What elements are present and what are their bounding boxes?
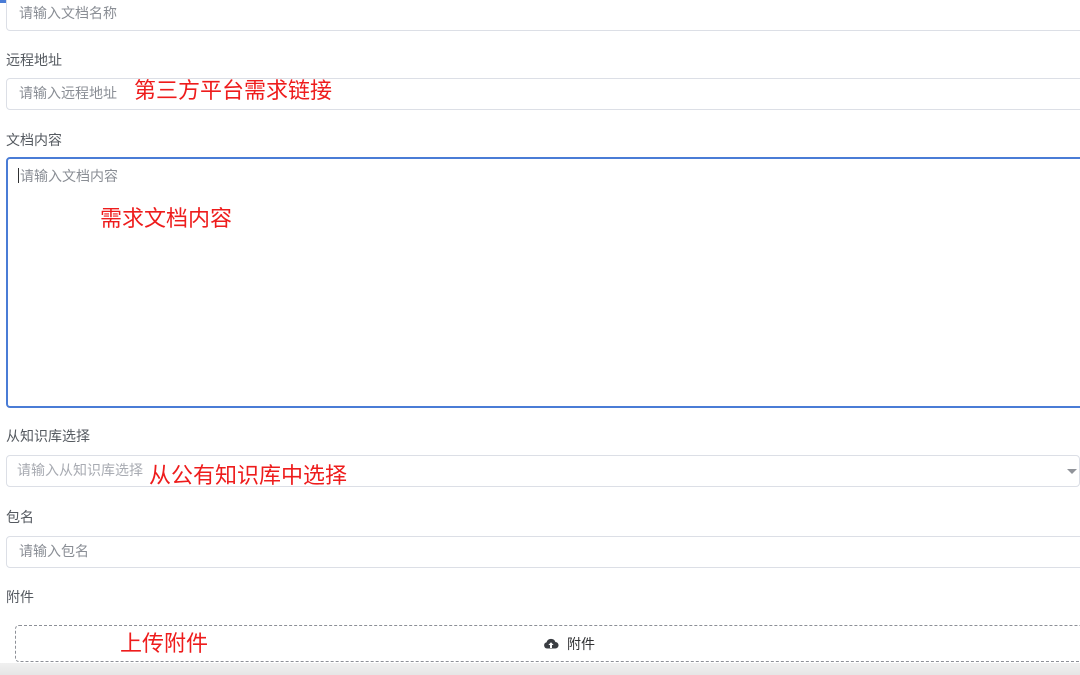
remote-url-label: 远程地址 xyxy=(6,53,62,69)
remote-url-annotation: 第三方平台需求链接 xyxy=(134,79,333,104)
knowledge-base-annotation: 从公有知识库中选择 xyxy=(149,464,348,489)
doc-content-placeholder: 请输入文档内容 xyxy=(20,169,118,185)
doc-name-input[interactable]: 请输入文档名称 xyxy=(6,0,1080,31)
attachment-annotation: 上传附件 xyxy=(120,632,209,657)
doc-name-placeholder: 请输入文档名称 xyxy=(19,6,117,22)
doc-content-annotation: 需求文档内容 xyxy=(100,207,233,232)
package-name-label: 包名 xyxy=(6,510,34,526)
text-caret xyxy=(18,168,19,183)
bottom-edge xyxy=(0,663,1080,675)
doc-content-label: 文档内容 xyxy=(6,133,62,149)
attachment-label: 附件 xyxy=(6,590,34,606)
package-name-placeholder: 请输入包名 xyxy=(19,544,89,560)
knowledge-base-placeholder: 请输入从知识库选择 xyxy=(17,463,143,479)
doc-content-textarea[interactable]: 请输入文档内容 xyxy=(6,157,1080,408)
package-name-input[interactable]: 请输入包名 xyxy=(6,536,1080,568)
cloud-upload-icon xyxy=(543,636,559,652)
remote-url-placeholder: 请输入远程地址 xyxy=(19,86,117,102)
upload-button-label: 附件 xyxy=(567,636,595,653)
chevron-down-icon[interactable] xyxy=(1067,469,1077,474)
knowledge-base-label: 从知识库选择 xyxy=(6,429,90,445)
